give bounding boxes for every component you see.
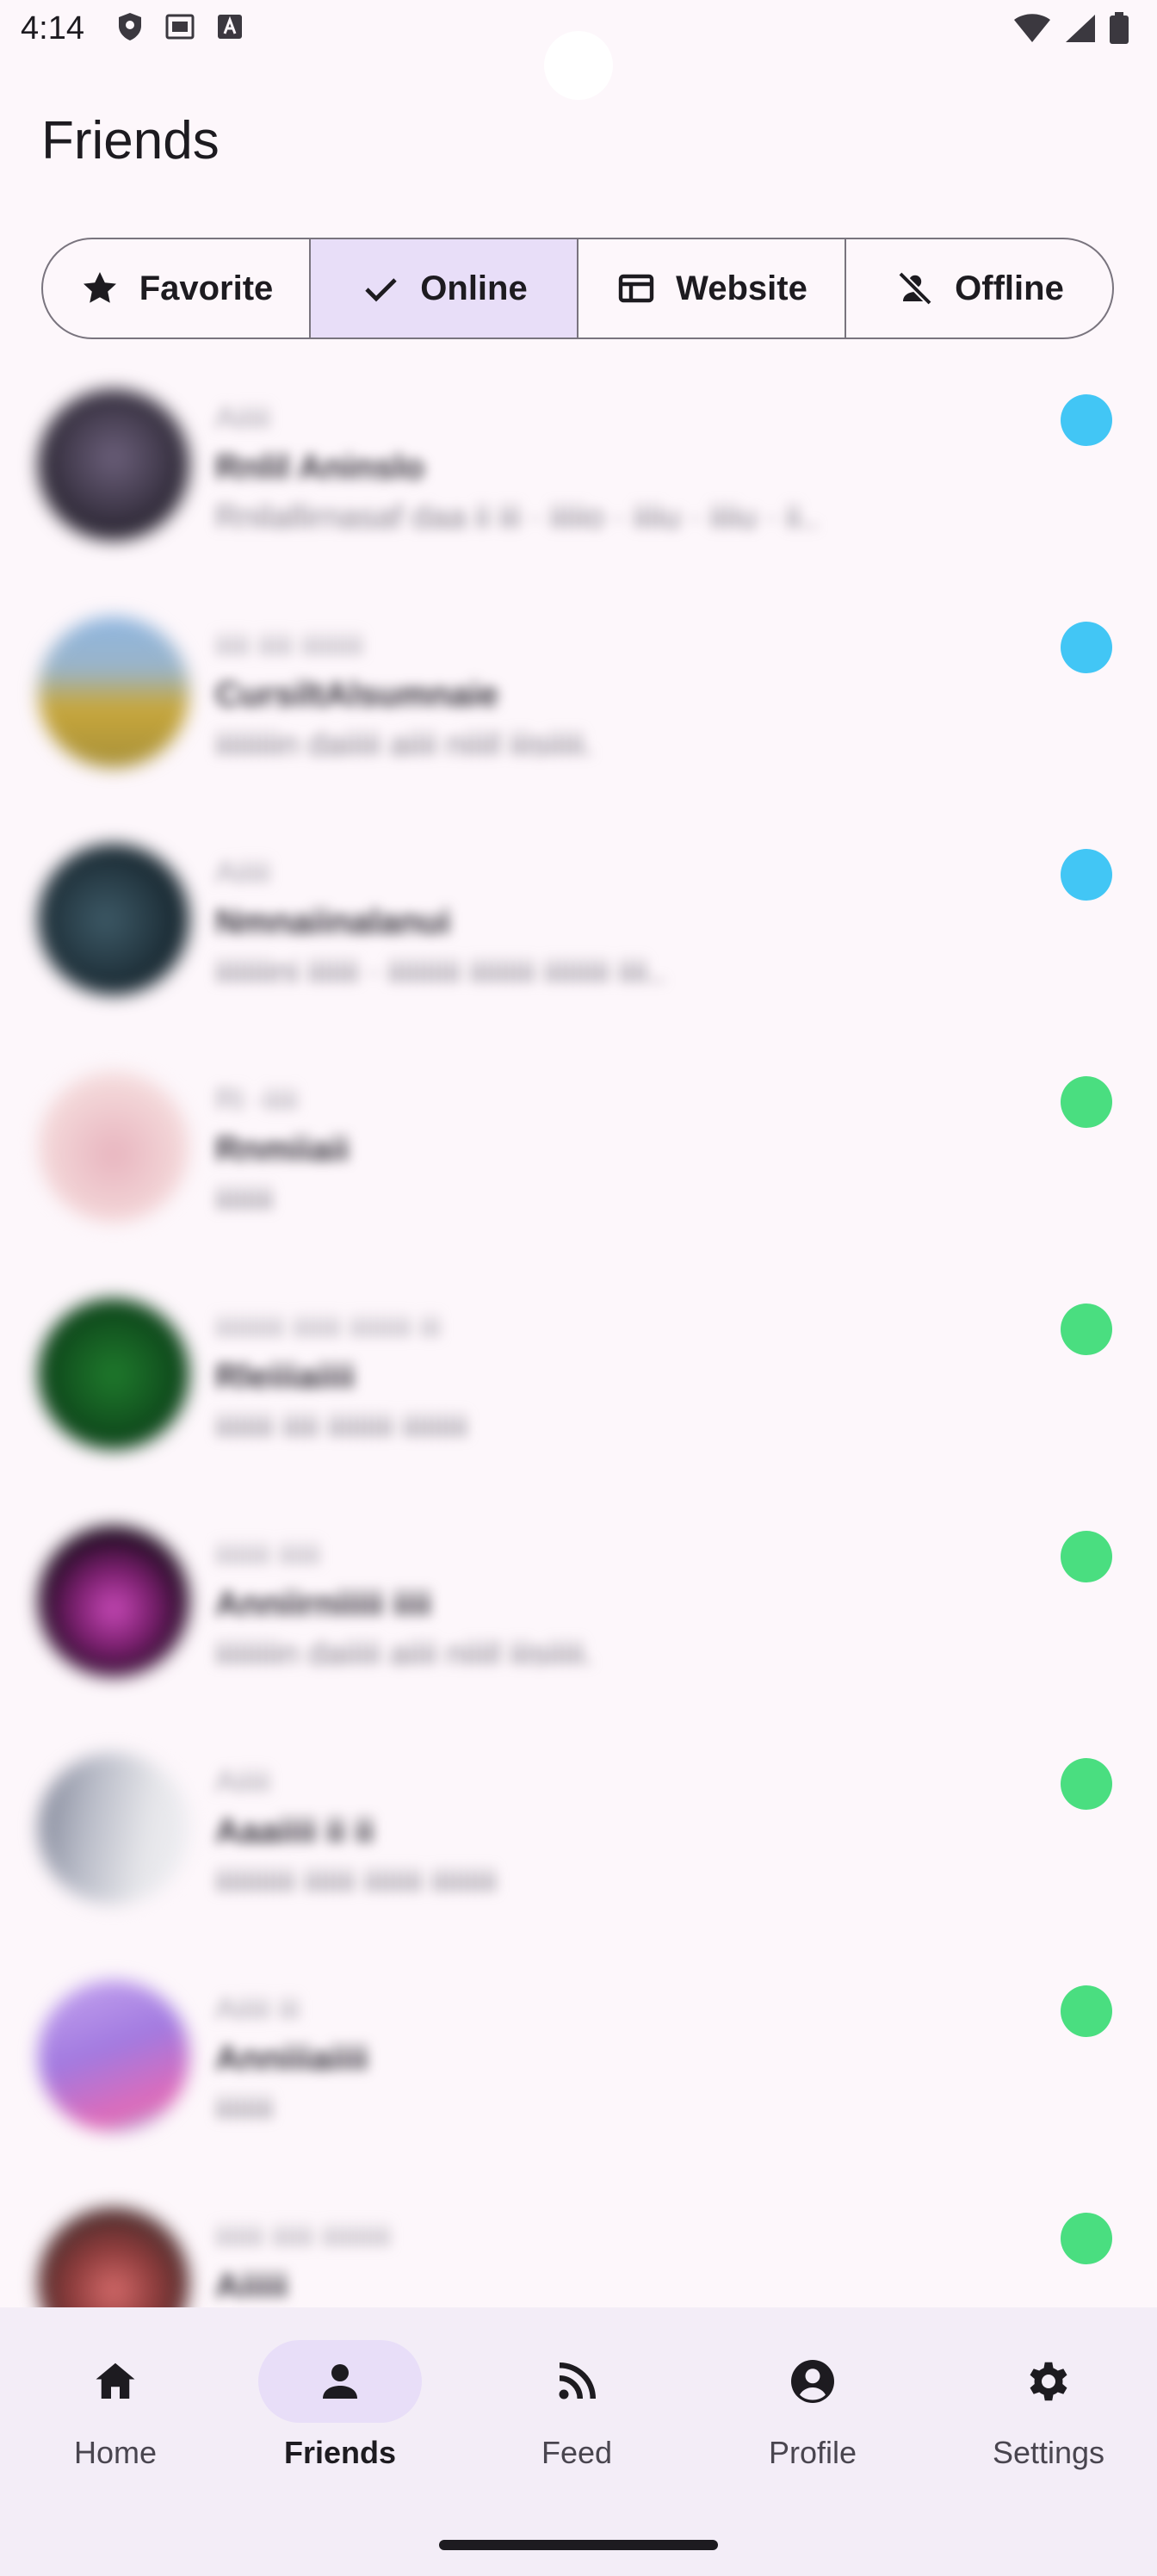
nav-feed[interactable]: Feed <box>461 2307 692 2514</box>
friend-status-text: iiiiiiii iiiiii <box>215 1536 320 1571</box>
system-icons <box>1012 12 1129 45</box>
battery-icon <box>1110 12 1129 44</box>
friend-location: iiiiiiiiin daiiiii aiiii niiiil iiisiiii… <box>215 727 594 763</box>
home-icon <box>96 2362 135 2399</box>
friend-location: iiiiiiiiiii iiiiiii iiiiiiii iiiiiiiii <box>215 1863 498 1899</box>
screenshot-icon <box>165 14 195 40</box>
friend-row[interactable]: Aiiiii Rnlil Aninslo Rnilallirnasaf daa … <box>0 372 1157 599</box>
nav-home[interactable]: Home <box>0 2307 231 2514</box>
friend-status-text: iiiiiii iiiiii iiiiiiiiii <box>215 2218 391 2253</box>
account-circle-icon <box>791 2360 834 2403</box>
friend-name: Rnmiiaii <box>215 1130 350 1168</box>
avatar <box>38 844 189 995</box>
rss-icon <box>559 2362 596 2400</box>
nav-label: Feed <box>541 2435 613 2470</box>
nav-label: Home <box>73 2435 158 2470</box>
friend-name: Nmnaiinalanui <box>215 903 451 941</box>
filter-website[interactable]: Website <box>578 239 846 337</box>
avatar <box>38 389 189 541</box>
avatar <box>38 1071 189 1223</box>
avatar <box>38 616 189 768</box>
friend-location: iiiiiiiiin daiiiii aiiii niiiil iiisiiii… <box>215 1636 594 1672</box>
friend-row[interactable]: iiiiiiii iiiiii Anniirniiiii iiii iiiiii… <box>0 1508 1157 1736</box>
star-icon <box>83 272 116 303</box>
friend-location: iiiiiiii <box>215 2090 274 2127</box>
nav-label: Settings <box>992 2435 1105 2470</box>
filter-label: Website <box>676 269 807 307</box>
nav-label: Profile <box>768 2435 857 2470</box>
status-time: 4:14 <box>21 10 84 46</box>
online-status-dot <box>1061 1531 1112 1582</box>
online-status-dot <box>1061 1985 1112 2037</box>
nav-friends[interactable]: Friends <box>225 2307 455 2514</box>
friend-name: Aaaiiii ii ii <box>215 1812 374 1850</box>
online-status-dot <box>1061 2213 1112 2264</box>
gear-icon <box>1030 2362 1067 2401</box>
friend-status-text: Aiiiii <box>215 1763 271 1799</box>
friend-name: Aiiiii <box>215 2267 288 2305</box>
bottom-navigation: Home Friends Feed Profile Settings <box>0 2307 1157 2576</box>
check-icon <box>365 278 397 302</box>
avatar <box>38 1526 189 1677</box>
filter-offline[interactable]: Offline <box>846 239 1112 337</box>
friend-row[interactable]: iiiii iiiii iiiiiiiii CursiltAlsumnaie i… <box>0 599 1157 827</box>
avatar <box>38 1298 189 1450</box>
gesture-handle[interactable] <box>439 2540 718 2550</box>
friend-row[interactable]: Aiiiii Nmnaiinalanui iiiiiiiini iiiiiii … <box>0 827 1157 1054</box>
friend-location: iiiiiiiini iiiiiii · iiiiiiiiii iiiiiiii… <box>215 954 666 990</box>
friend-row[interactable]: iiiiiii iiiiii iiiiiiiiii Aiiiii <box>0 2190 1157 2307</box>
online-status-dot <box>1061 1076 1112 1128</box>
friend-name: CursiltAlsumnaie <box>215 676 498 714</box>
wifi-icon <box>1014 14 1050 42</box>
friend-name: Rnlil Aninslo <box>215 449 424 486</box>
friend-name: Anniirniiiii iiii <box>215 1585 432 1623</box>
avatar <box>38 2208 189 2307</box>
friend-status-text: Aiiiii iii <box>215 1991 300 2026</box>
online-status-dot <box>1061 622 1112 673</box>
signal-icon <box>1066 15 1095 42</box>
friend-status-text: iiiiiiiiii iiiiiii iiiiiiiii iii <box>215 1309 441 1344</box>
online-status-dot <box>1061 394 1112 446</box>
avatar <box>38 1980 189 2132</box>
nav-settings[interactable]: Settings <box>933 2307 1157 2514</box>
friend-location: iiiiiiii iiiii iiiiiiiii iiiiiiiii <box>215 1409 468 1445</box>
friend-location: Rnilallirnasaf daa ii iii · iiiiio · iii… <box>215 499 820 536</box>
shield-icon <box>119 13 141 40</box>
friend-row[interactable]: Aiiiii Aaaiiii ii ii iiiiiiiiiii iiiiiii… <box>0 1736 1157 1963</box>
person-icon <box>323 2364 357 2399</box>
friend-location: iiiiiiii <box>215 1181 274 1217</box>
filter-online[interactable]: Online <box>311 239 578 337</box>
friend-row[interactable]: Aiiiii iii Anniiiaiiii iiiiiiii <box>0 1963 1157 2190</box>
friend-name: Rleiiiaiiii <box>215 1358 356 1396</box>
filter-label: Offline <box>955 269 1064 307</box>
filter-label: Online <box>420 269 528 307</box>
notification-icons <box>117 12 243 41</box>
web-icon <box>618 274 654 303</box>
camera-cutout <box>544 31 613 100</box>
friend-filter-segmented: Favorite Online Website Offline <box>41 238 1114 339</box>
friend-status-text: Aiiiii <box>215 399 271 435</box>
nav-label: Friends <box>283 2435 397 2470</box>
online-status-dot <box>1061 849 1112 901</box>
page-title: Friends <box>41 111 220 170</box>
friend-status-text: iiiii iiiii iiiiiiiii <box>215 627 363 662</box>
friend-status-text: Aiiiii <box>215 854 271 889</box>
online-status-dot <box>1061 1303 1112 1355</box>
font-icon <box>218 15 242 39</box>
filter-label: Favorite <box>139 269 274 307</box>
online-status-dot <box>1061 1758 1112 1810</box>
friend-status-text: Ri ·iiiii <box>215 1081 298 1117</box>
avatar <box>38 1753 189 1904</box>
friend-row[interactable]: Ri ·iiiii Rnmiiaii iiiiiiii <box>0 1054 1157 1281</box>
filter-favorite[interactable]: Favorite <box>43 239 311 337</box>
friend-name: Anniiiaiiii <box>215 2040 368 2078</box>
friends-list[interactable]: Aiiiii Rnlil Aninslo Rnilallirnasaf daa … <box>0 362 1157 2307</box>
nav-profile[interactable]: Profile <box>697 2307 928 2514</box>
friend-row[interactable]: iiiiiiiiii iiiiiii iiiiiiiii iii Rleiiia… <box>0 1281 1157 1508</box>
person-off-icon <box>898 271 932 306</box>
status-bar: 4:14 <box>0 0 1157 100</box>
